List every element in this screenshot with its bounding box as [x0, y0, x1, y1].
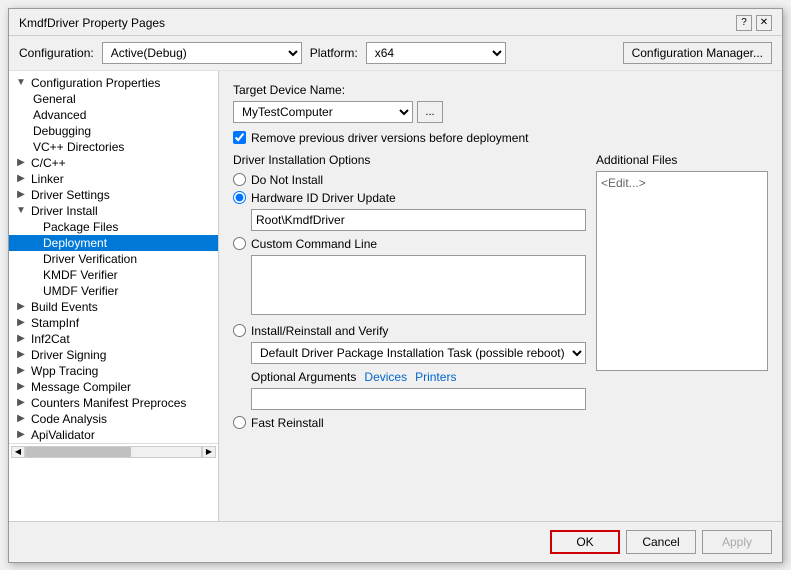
configuration-manager-button[interactable]: Configuration Manager...	[623, 42, 772, 64]
sidebar-item-driver-signing[interactable]: ▶ Driver Signing	[9, 347, 218, 363]
arrow-icon: ▼	[13, 205, 29, 216]
right-panel: Target Device Name: MyTestComputer ... R…	[219, 71, 782, 521]
radio-fast-reinstall-label[interactable]: Fast Reinstall	[251, 416, 324, 430]
target-device-label: Target Device Name:	[233, 83, 768, 97]
remove-previous-checkbox[interactable]	[233, 131, 246, 144]
radio-hardware-id-row: Hardware ID Driver Update	[233, 191, 586, 205]
dialog-title: KmdfDriver Property Pages	[19, 16, 165, 30]
sidebar-item-linker[interactable]: ▶ Linker	[9, 171, 218, 187]
sidebar-item-vc-directories[interactable]: VC++ Directories	[9, 139, 218, 155]
sidebar-item-driver-verification[interactable]: Driver Verification	[9, 251, 218, 267]
property-pages-dialog: KmdfDriver Property Pages ? ✕ Configurat…	[8, 8, 783, 563]
radio-custom-label[interactable]: Custom Command Line	[251, 237, 377, 251]
two-column-layout: Driver Installation Options Do Not Insta…	[233, 153, 768, 434]
additional-files-box[interactable]: <Edit...>	[596, 171, 768, 371]
sidebar-item-cpp[interactable]: ▶ C/C++	[9, 155, 218, 171]
sidebar-item-driver-install[interactable]: ▼ Driver Install	[9, 203, 218, 219]
arrow-icon: ▶	[13, 173, 29, 184]
driver-install-options: Driver Installation Options Do Not Insta…	[233, 153, 586, 434]
radio-fast-reinstall[interactable]	[233, 416, 246, 429]
close-button[interactable]: ✕	[756, 15, 772, 31]
arrow-icon: ▶	[13, 413, 29, 424]
target-device-select[interactable]: MyTestComputer	[233, 101, 413, 123]
ok-button[interactable]: OK	[550, 530, 620, 554]
target-device-browse-button[interactable]: ...	[417, 101, 443, 123]
config-row: Configuration: Active(Debug) Platform: x…	[9, 36, 782, 71]
driver-install-section-title: Driver Installation Options	[233, 153, 586, 167]
title-bar-buttons: ? ✕	[736, 15, 772, 31]
sidebar-item-api-validator[interactable]: ▶ ApiValidator	[9, 427, 218, 443]
config-label: Configuration:	[19, 46, 94, 60]
radio-hardware-id[interactable]	[233, 191, 246, 204]
devices-link[interactable]: Devices	[364, 370, 407, 384]
sidebar-item-stampinf[interactable]: ▶ StampInf	[9, 315, 218, 331]
radio-do-not-install[interactable]	[233, 173, 246, 186]
configuration-select[interactable]: Active(Debug)	[102, 42, 302, 64]
main-content: ▼ Configuration Properties General Advan…	[9, 71, 782, 521]
radio-custom-command-line[interactable]	[233, 237, 246, 250]
arrow-icon: ▶	[13, 365, 29, 376]
sidebar-item-general[interactable]: General	[9, 91, 218, 107]
sidebar-item-advanced[interactable]: Advanced	[9, 107, 218, 123]
sidebar-item-inf2cat[interactable]: ▶ Inf2Cat	[9, 331, 218, 347]
sidebar-item-build-events[interactable]: ▶ Build Events	[9, 299, 218, 315]
install-task-select[interactable]: Default Driver Package Installation Task…	[251, 342, 586, 364]
radio-fast-reinstall-row: Fast Reinstall	[233, 416, 586, 430]
sidebar-item-wpp-tracing[interactable]: ▶ Wpp Tracing	[9, 363, 218, 379]
apply-button[interactable]: Apply	[702, 530, 772, 554]
sidebar-item-debugging[interactable]: Debugging	[9, 123, 218, 139]
arrow-icon: ▶	[13, 157, 29, 168]
arrow-icon: ▶	[13, 349, 29, 360]
additional-files-section: Additional Files <Edit...>	[596, 153, 768, 434]
sidebar-item-kmdf-verifier[interactable]: KMDF Verifier	[9, 267, 218, 283]
arrow-icon: ▶	[13, 301, 29, 312]
radio-install-reinstall[interactable]	[233, 324, 246, 337]
sidebar-item-deployment[interactable]: Deployment	[9, 235, 218, 251]
sidebar-item-umdf-verifier[interactable]: UMDF Verifier	[9, 283, 218, 299]
radio-custom-row: Custom Command Line	[233, 237, 586, 251]
radio-hardware-id-label[interactable]: Hardware ID Driver Update	[251, 191, 396, 205]
horizontal-scrollbar[interactable]	[25, 446, 202, 458]
optional-args-input[interactable]	[251, 388, 586, 410]
additional-files-label: Additional Files	[596, 153, 768, 167]
title-bar: KmdfDriver Property Pages ? ✕	[9, 9, 782, 36]
optional-args-label: Optional Arguments	[251, 370, 356, 384]
radio-do-not-install-row: Do Not Install	[233, 173, 586, 187]
cancel-button[interactable]: Cancel	[626, 530, 696, 554]
sidebar-item-counters-manifest[interactable]: ▶ Counters Manifest Preproces	[9, 395, 218, 411]
arrow-icon: ▶	[13, 429, 29, 440]
sidebar-item-config-properties[interactable]: ▼ Configuration Properties	[9, 75, 218, 91]
scroll-right-arrow[interactable]: ▶	[202, 446, 216, 458]
remove-checkbox-row: Remove previous driver versions before d…	[233, 131, 768, 145]
target-device-section: Target Device Name: MyTestComputer ...	[233, 83, 768, 123]
radio-install-reinstall-label[interactable]: Install/Reinstall and Verify	[251, 324, 388, 338]
radio-install-reinstall-row: Install/Reinstall and Verify	[233, 324, 586, 338]
radio-do-not-install-label[interactable]: Do Not Install	[251, 173, 323, 187]
sidebar-item-code-analysis[interactable]: ▶ Code Analysis	[9, 411, 218, 427]
arrow-icon: ▶	[13, 381, 29, 392]
sidebar: ▼ Configuration Properties General Advan…	[9, 71, 219, 521]
printers-link[interactable]: Printers	[415, 370, 456, 384]
arrow-icon: ▶	[13, 189, 29, 200]
hardware-id-input[interactable]	[251, 209, 586, 231]
platform-label: Platform:	[310, 46, 358, 60]
remove-checkbox-label[interactable]: Remove previous driver versions before d…	[251, 131, 528, 145]
platform-select[interactable]: x64	[366, 42, 506, 64]
scroll-left-arrow[interactable]: ◀	[11, 446, 25, 458]
bottom-bar: OK Cancel Apply	[9, 521, 782, 562]
additional-files-edit-text: <Edit...>	[601, 176, 646, 190]
help-button[interactable]: ?	[736, 15, 752, 31]
arrow-icon: ▶	[13, 317, 29, 328]
arrow-icon: ▼	[13, 77, 29, 88]
custom-command-textarea[interactable]	[251, 255, 586, 315]
arrow-icon: ▶	[13, 333, 29, 344]
arrow-icon: ▶	[13, 397, 29, 408]
sidebar-item-driver-settings[interactable]: ▶ Driver Settings	[9, 187, 218, 203]
sidebar-item-message-compiler[interactable]: ▶ Message Compiler	[9, 379, 218, 395]
sidebar-item-package-files[interactable]: Package Files	[9, 219, 218, 235]
